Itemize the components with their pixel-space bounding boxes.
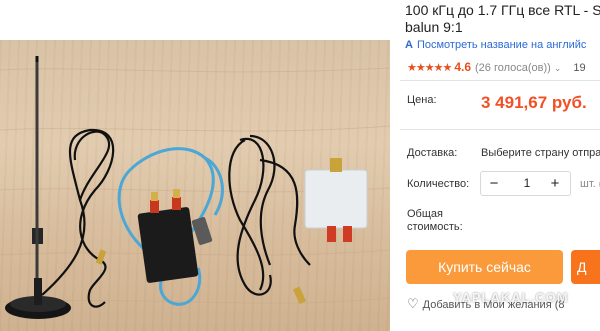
quantity-stepper: − +: [480, 171, 571, 196]
product-photo-illustration: [0, 56, 390, 319]
reviews-count-link[interactable]: (26 голоса(ов)): [475, 62, 551, 74]
orders-count: 19: [573, 62, 586, 74]
add-to-cart-button[interactable]: Д: [571, 250, 600, 284]
price-value: 3 491,67 руб.: [481, 93, 587, 112]
product-title-line-2: balun 9:1: [405, 19, 463, 35]
heart-icon: ♡: [407, 296, 419, 311]
rating-value: 4.6: [454, 60, 471, 74]
divider: [400, 80, 600, 81]
balun-box: [304, 158, 368, 242]
divider: [400, 129, 600, 130]
quantity-input[interactable]: [507, 172, 547, 195]
buy-now-button[interactable]: Купить сейчас: [406, 250, 563, 284]
rating-row: ★★★★★ 4.6 (26 голоса(ов)) ⌄ 19: [407, 60, 586, 74]
chevron-down-icon[interactable]: ⌄: [554, 63, 562, 73]
quantity-decrease-button[interactable]: −: [483, 172, 505, 195]
shipping-country-select[interactable]: Выберите страну отправ: [481, 147, 600, 159]
translate-icon: A: [405, 39, 413, 51]
watermark-logo: YAPLAKAL.COM: [453, 290, 569, 305]
quantity-label: Количество:: [407, 178, 470, 190]
star-rating-icon: ★★★★★: [407, 62, 452, 74]
sdr-dongle: [137, 189, 199, 283]
translate-link-label: Посмотреть название на английс: [416, 39, 587, 51]
view-english-title-link[interactable]: A Посмотреть название на английс: [405, 39, 586, 51]
product-image[interactable]: [0, 40, 390, 331]
total-cost-label-line-2: стоимость:: [407, 221, 463, 233]
product-info-panel: 100 кГц до 1.7 ГГц все RTL - SDR balun 9…: [390, 0, 600, 331]
total-cost-label-line-1: Общая: [407, 208, 443, 220]
quantity-increase-button[interactable]: +: [544, 172, 566, 195]
product-title-line-1: 100 кГц до 1.7 ГГц все RTL - SDR: [405, 2, 600, 18]
price-label: Цена:: [407, 94, 437, 106]
quantity-unit: шт. (4: [580, 178, 600, 190]
shipping-label: Доставка:: [407, 147, 458, 159]
